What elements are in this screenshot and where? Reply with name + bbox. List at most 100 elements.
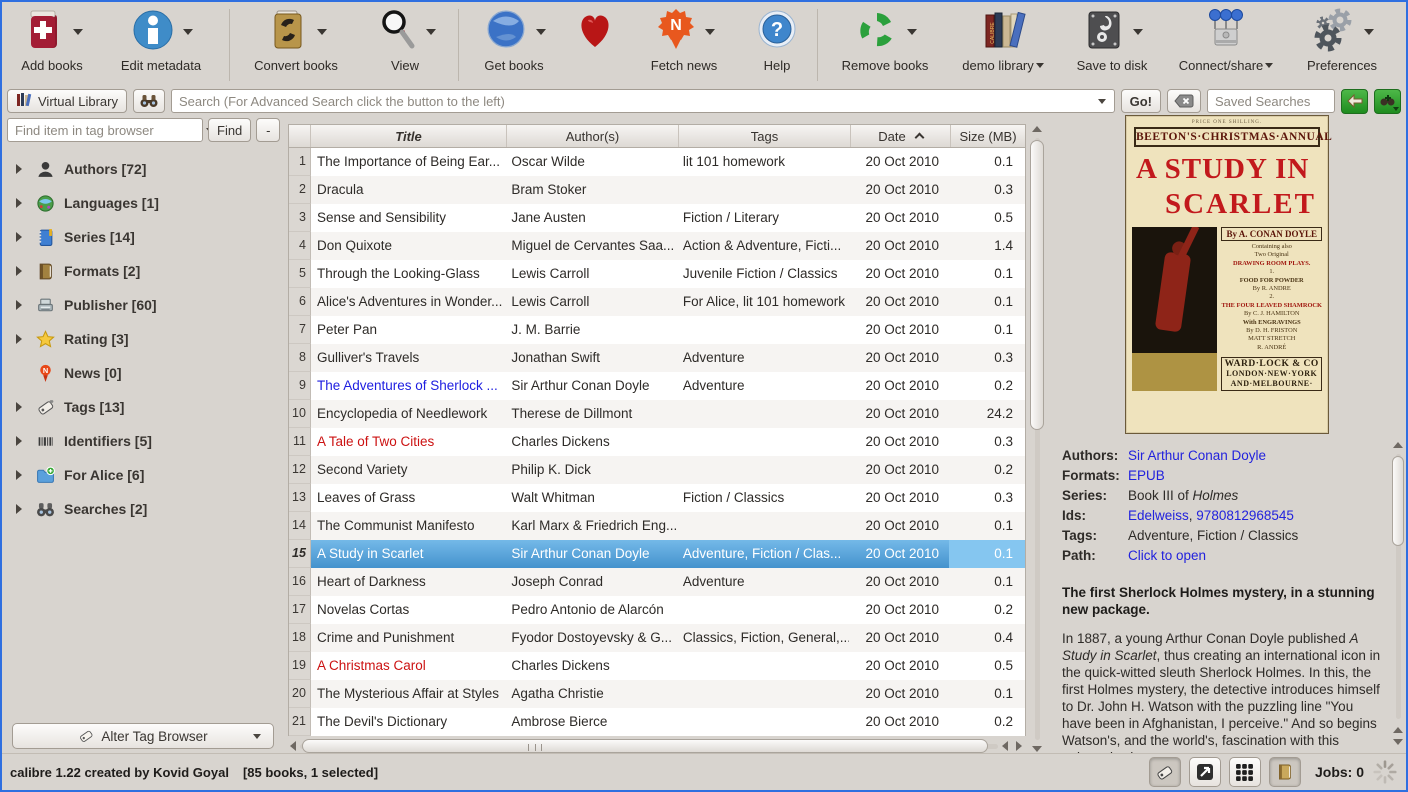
- save-search-button[interactable]: [1374, 89, 1401, 114]
- size-cell[interactable]: 0.1: [949, 512, 1025, 540]
- title-cell[interactable]: The Mysterious Affair at Styles: [311, 680, 506, 708]
- scrollbar-thumb[interactable]: [1392, 456, 1404, 546]
- connect-share-dropdown-arrow[interactable]: [1265, 63, 1273, 68]
- sidebar-item-searches[interactable]: Searches [2]: [10, 492, 278, 526]
- view-button[interactable]: View: [357, 7, 453, 73]
- expand-chevron-icon[interactable]: [16, 164, 22, 174]
- row-number-cell[interactable]: 21: [289, 708, 311, 736]
- donate-button[interactable]: [564, 7, 626, 58]
- copy-saved-search-button[interactable]: [1341, 89, 1368, 114]
- size-cell[interactable]: 0.3: [949, 428, 1025, 456]
- scrollbar-thumb[interactable]: [302, 739, 988, 753]
- size-cell[interactable]: 0.1: [949, 260, 1025, 288]
- fetch-news-dropdown-arrow[interactable]: [705, 29, 715, 35]
- add-books-button[interactable]: Add books: [6, 7, 98, 73]
- size-cell[interactable]: 0.1: [949, 568, 1025, 596]
- clear-search-button[interactable]: [1167, 89, 1201, 113]
- size-cell[interactable]: 0.2: [949, 596, 1025, 624]
- authors-cell[interactable]: Agatha Christie: [506, 680, 678, 708]
- date-cell[interactable]: 20 Oct 2010: [849, 680, 949, 708]
- authors-cell[interactable]: Oscar Wilde: [506, 148, 678, 176]
- size-cell[interactable]: 0.1: [949, 540, 1025, 568]
- authors-cell[interactable]: Fyodor Dostoyevsky & G...: [506, 624, 678, 652]
- save-to-disk-dropdown-arrow[interactable]: [1133, 29, 1143, 35]
- row-number-cell[interactable]: 2: [289, 176, 311, 204]
- authors-cell[interactable]: Karl Marx & Friedrich Eng...: [506, 512, 678, 540]
- size-cell[interactable]: 0.2: [949, 708, 1025, 736]
- authors-cell[interactable]: Pedro Antonio de Alarcón: [506, 596, 678, 624]
- authors-cell[interactable]: Lewis Carroll: [506, 260, 678, 288]
- tags-cell[interactable]: [678, 456, 850, 484]
- table-row[interactable]: 11A Tale of Two CitiesCharles Dickens20 …: [289, 428, 1025, 456]
- tags-column-header[interactable]: Tags: [679, 125, 851, 147]
- title-cell[interactable]: A Christmas Carol: [311, 652, 506, 680]
- toggle-cover-browser-button[interactable]: [1189, 757, 1221, 787]
- date-cell[interactable]: 20 Oct 2010: [849, 204, 949, 232]
- sidebar-item-authors[interactable]: Authors [72]: [10, 152, 278, 186]
- expand-chevron-icon[interactable]: [16, 504, 22, 514]
- title-cell[interactable]: The Devil's Dictionary: [311, 708, 506, 736]
- expand-chevron-icon[interactable]: [16, 470, 22, 480]
- size-cell[interactable]: 0.5: [949, 652, 1025, 680]
- scroll-up-arrow[interactable]: [1393, 727, 1403, 733]
- save-to-disk-button[interactable]: Save to disk: [1059, 7, 1165, 73]
- jobs-label[interactable]: Jobs: 0: [1315, 764, 1364, 780]
- row-number-cell[interactable]: 19: [289, 652, 311, 680]
- sidebar-item-formats[interactable]: Formats [2]: [10, 254, 278, 288]
- title-cell[interactable]: Alice's Adventures in Wonder...: [311, 288, 506, 316]
- authors-cell[interactable]: Miguel de Cervantes Saa...: [506, 232, 678, 260]
- authors-column-header[interactable]: Author(s): [507, 125, 679, 147]
- size-cell[interactable]: 0.2: [949, 456, 1025, 484]
- authors-cell[interactable]: Walt Whitman: [506, 484, 678, 512]
- row-number-cell[interactable]: 16: [289, 568, 311, 596]
- authors-cell[interactable]: Ambrose Bierce: [506, 708, 678, 736]
- table-row[interactable]: 1The Importance of Being Ear...Oscar Wil…: [289, 148, 1025, 176]
- tags-cell[interactable]: Classics, Fiction, General,...: [678, 624, 850, 652]
- virtual-library-button[interactable]: Virtual Library: [7, 89, 127, 113]
- sidebar-item-rating[interactable]: Rating [3]: [10, 322, 278, 356]
- size-cell[interactable]: 0.3: [949, 484, 1025, 512]
- date-cell[interactable]: 20 Oct 2010: [849, 400, 949, 428]
- expand-chevron-icon[interactable]: [16, 402, 22, 412]
- title-cell[interactable]: Encyclopedia of Needlework: [311, 400, 506, 428]
- table-row[interactable]: 15A Study in ScarletSir Arthur Conan Doy…: [289, 540, 1025, 568]
- authors-link[interactable]: Sir Arthur Conan Doyle: [1128, 446, 1266, 466]
- expand-chevron-icon[interactable]: [16, 300, 22, 310]
- table-row[interactable]: 2DraculaBram Stoker20 Oct 20100.3: [289, 176, 1025, 204]
- edit-metadata-button[interactable]: Edit metadata: [98, 7, 224, 73]
- table-row[interactable]: 13Leaves of GrassWalt WhitmanFiction / C…: [289, 484, 1025, 512]
- tags-cell[interactable]: Juvenile Fiction / Classics: [678, 260, 850, 288]
- table-row[interactable]: 14The Communist ManifestoKarl Marx & Fri…: [289, 512, 1025, 540]
- title-cell[interactable]: A Tale of Two Cities: [311, 428, 506, 456]
- sidebar-item-tags[interactable]: Tags [13]: [10, 390, 278, 424]
- date-cell[interactable]: 20 Oct 2010: [849, 344, 949, 372]
- help-button[interactable]: ? Help: [742, 7, 812, 73]
- sidebar-item-for-alice[interactable]: For Alice [6]: [10, 458, 278, 492]
- title-cell[interactable]: Crime and Punishment: [311, 624, 506, 652]
- edelweiss-link[interactable]: Edelweiss: [1128, 508, 1189, 523]
- row-number-cell[interactable]: 5: [289, 260, 311, 288]
- date-cell[interactable]: 20 Oct 2010: [849, 176, 949, 204]
- authors-cell[interactable]: Philip K. Dick: [506, 456, 678, 484]
- row-number-cell[interactable]: 8: [289, 344, 311, 372]
- table-row[interactable]: 4Don QuixoteMiguel de Cervantes Saa...Ac…: [289, 232, 1025, 260]
- fetch-news-button[interactable]: N Fetch news: [626, 7, 742, 73]
- date-cell[interactable]: 20 Oct 2010: [849, 512, 949, 540]
- table-row[interactable]: 18Crime and PunishmentFyodor Dostoyevsky…: [289, 624, 1025, 652]
- find-item-combo[interactable]: [7, 118, 203, 142]
- alter-dropdown-arrow[interactable]: [253, 734, 261, 739]
- collapse-all-button[interactable]: -: [256, 118, 280, 142]
- get-books-dropdown-arrow[interactable]: [536, 29, 546, 35]
- format-link[interactable]: EPUB: [1128, 466, 1165, 486]
- title-cell[interactable]: Sense and Sensibility: [311, 204, 506, 232]
- authors-cell[interactable]: J. M. Barrie: [506, 316, 678, 344]
- row-number-cell[interactable]: 3: [289, 204, 311, 232]
- row-number-cell[interactable]: 17: [289, 596, 311, 624]
- authors-cell[interactable]: Bram Stoker: [506, 176, 678, 204]
- authors-cell[interactable]: Lewis Carroll: [506, 288, 678, 316]
- library-button[interactable]: CALIBRE demo library: [947, 7, 1059, 73]
- size-cell[interactable]: 0.1: [949, 148, 1025, 176]
- date-cell[interactable]: 20 Oct 2010: [849, 568, 949, 596]
- authors-cell[interactable]: Charles Dickens: [506, 652, 678, 680]
- expand-chevron-icon[interactable]: [16, 198, 22, 208]
